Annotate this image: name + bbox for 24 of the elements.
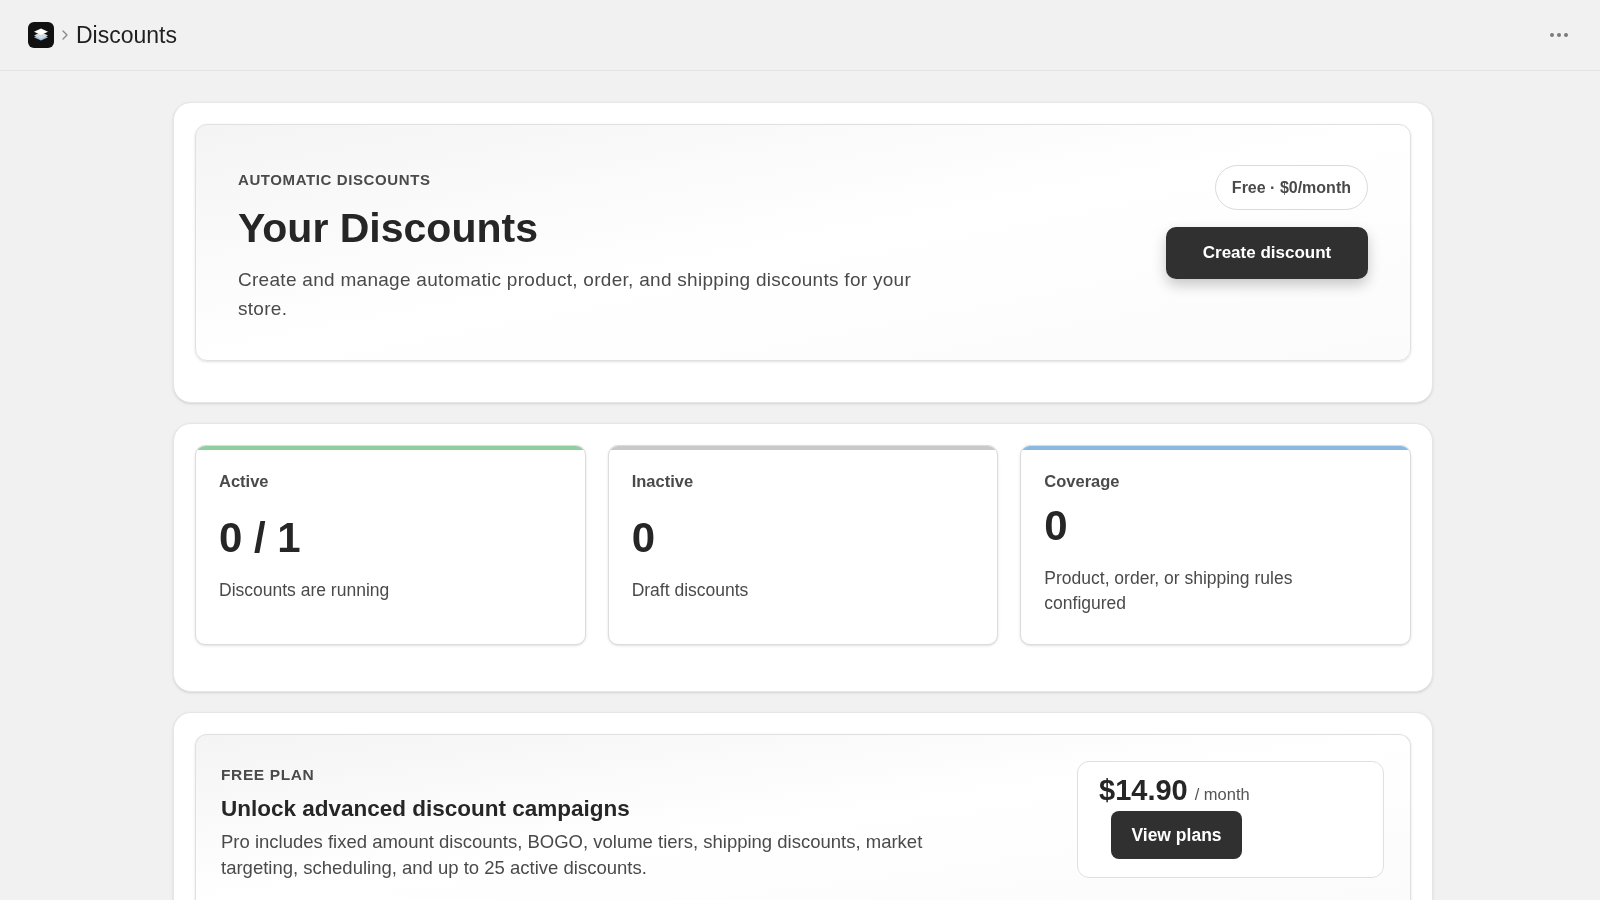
chevron-right-icon	[62, 30, 68, 40]
stat-label: Coverage	[1044, 471, 1121, 491]
stat-value: 0 / 1	[219, 514, 302, 562]
page-title: Discounts	[76, 20, 177, 50]
create-discount-button[interactable]: Create discount	[1166, 227, 1368, 279]
page-heading: Your Discounts	[238, 204, 539, 252]
app-logo-icon	[28, 22, 54, 48]
stat-value: 0	[1044, 501, 1069, 550]
section-eyebrow: FREE PLAN	[221, 766, 316, 784]
stat-caption: Product, order, or shipping rules configured	[1044, 566, 1294, 615]
stat-label: Inactive	[631, 471, 695, 491]
upgrade-description: Pro includes fixed amount discounts, BOGO, volume tiers, shipping discounts, market targeting, scheduling, and up to 25 active discounts.	[221, 830, 924, 880]
price-period: / month	[1194, 784, 1250, 805]
ellipsis-icon[interactable]	[1550, 33, 1568, 37]
plan-price: $14.90	[1099, 773, 1188, 807]
stat-value: 0	[631, 514, 656, 562]
stat-caption: Draft discounts	[631, 579, 750, 602]
plan-badge: Free · $0/month	[1214, 165, 1368, 210]
upgrade-heading: Unlock advanced discount campaigns	[221, 795, 631, 823]
view-plans-button[interactable]: View plans	[1111, 811, 1242, 859]
page-description: Create and manage automatic product, order, and shipping discounts for your store.	[238, 268, 913, 321]
section-eyebrow: AUTOMATIC DISCOUNTS	[238, 171, 432, 189]
stat-caption: Discounts are running	[219, 579, 391, 602]
stat-label: Active	[219, 471, 270, 491]
